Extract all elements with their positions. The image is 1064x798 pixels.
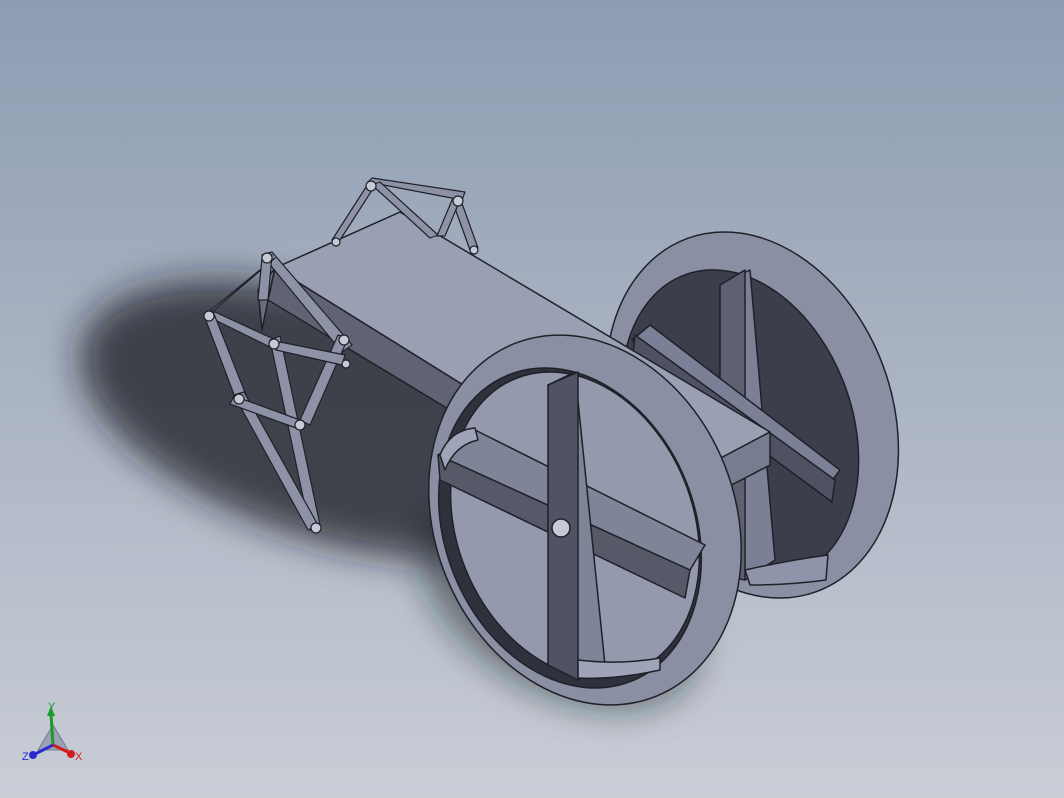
3d-graphics-viewport[interactable]: Y X Z [0, 0, 1064, 798]
y-axis-label: Y [48, 701, 56, 713]
y-axis-line [49, 713, 55, 746]
orientation-triad[interactable]: Y X Z [18, 700, 88, 770]
z-axis-arrow [29, 751, 37, 759]
x-axis-arrow [67, 750, 75, 758]
z-axis-label: Z [22, 751, 29, 763]
model-scene[interactable] [0, 0, 1064, 798]
x-axis-label: X [75, 751, 83, 763]
